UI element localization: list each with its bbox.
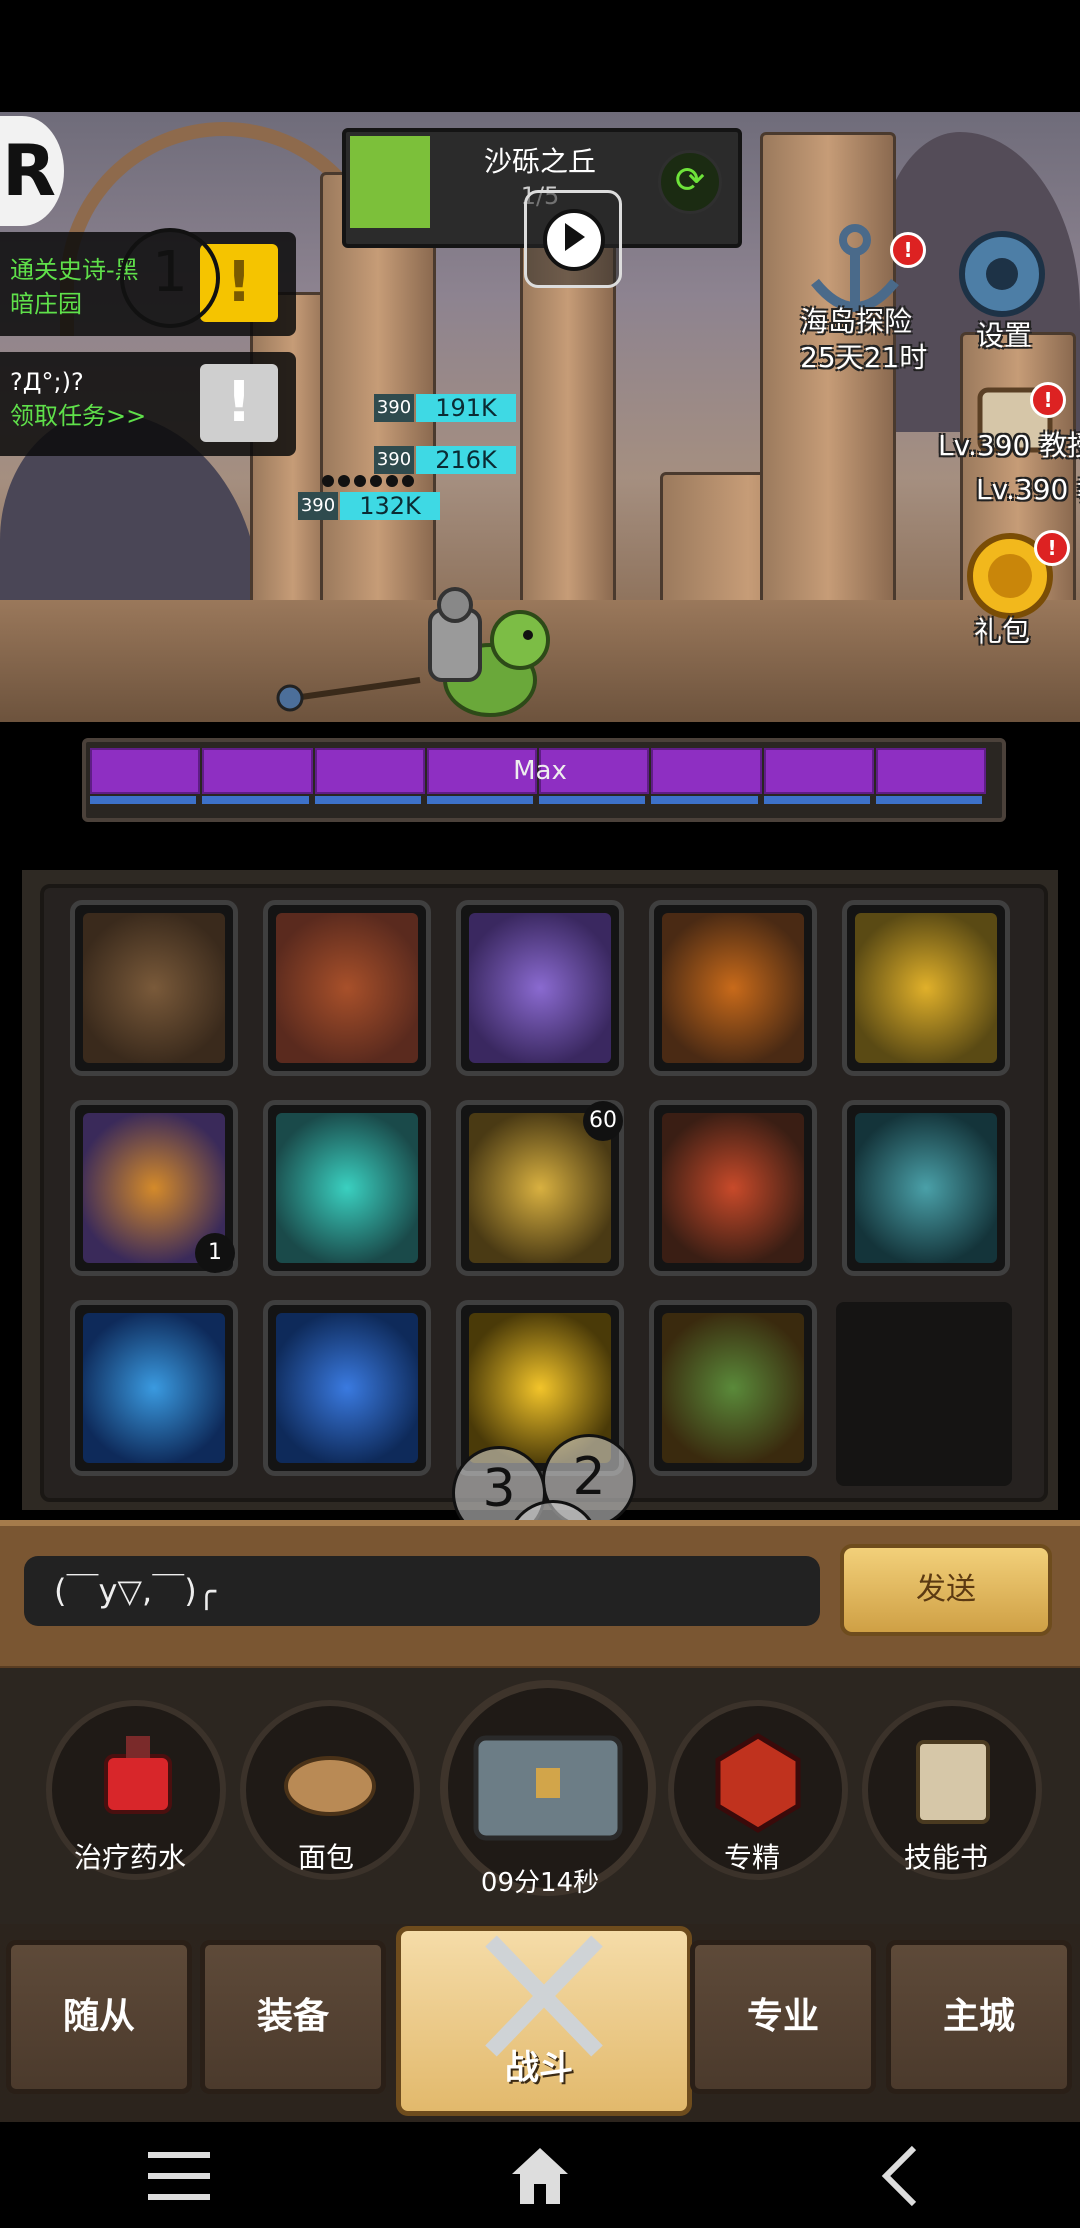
exclamation-icon: ! [200, 364, 278, 442]
tab-equipment[interactable]: 装备 [200, 1940, 386, 2094]
energy-subsegment [763, 796, 870, 804]
skill-slot[interactable] [649, 1100, 817, 1276]
island-timer: 25天21时 [800, 341, 928, 374]
skill-count-badge: 1 [195, 1233, 235, 1273]
island-label: 海岛探险 [800, 305, 913, 338]
skill-book-label: 技能书 [903, 1841, 988, 1874]
status-bar [0, 0, 1080, 112]
skill-slot[interactable]: 1 [70, 1100, 238, 1276]
skill-count-badge: 60 [583, 1101, 623, 1141]
tab-followers[interactable]: 随从 [6, 1940, 192, 2094]
refresh-icon[interactable]: ⟳ [658, 150, 722, 214]
chat-input[interactable]: (￣y▽,￣)╭ [24, 1556, 820, 1626]
skill-slot[interactable] [263, 900, 431, 1076]
settings-label: 设置 [976, 319, 1033, 352]
energy-subsegment [426, 796, 533, 804]
chest-timer: 09分14秒 [480, 1868, 600, 1898]
loading-dots [322, 472, 432, 487]
battle-characters [428, 587, 550, 717]
quest-text-line2: 暗庄园 [10, 290, 82, 318]
flame-palm-icon [276, 913, 418, 1063]
bread-label: 面包 [297, 1841, 354, 1874]
energy-subsegment [90, 796, 197, 804]
golden-armor-icon [855, 913, 997, 1063]
quest-text-line1: ?Д°;)? [10, 368, 84, 396]
gift-label: 礼包 [974, 615, 1031, 648]
teacher-alert-badge: ! [1030, 382, 1066, 418]
specialty-icon [715, 1733, 801, 1833]
gift-alert-badge: ! [1034, 530, 1070, 566]
energy-segment [875, 748, 986, 794]
frost-claw-icon [855, 1113, 997, 1263]
back-icon[interactable] [880, 2144, 920, 2208]
skill-book-icon [916, 1740, 990, 1824]
energy-max-label: Max [513, 756, 567, 786]
skill-slot[interactable] [263, 1100, 431, 1276]
skill-slot[interactable] [842, 900, 1010, 1076]
skill-slot[interactable] [649, 1300, 817, 1476]
lightning-gauntlet-icon [469, 913, 611, 1063]
teacher-label-2: Lv.390 教 [976, 473, 1080, 506]
tab-battle-label: 战斗 [505, 2048, 573, 2088]
home-icon[interactable] [508, 2144, 572, 2208]
skill-slot[interactable]: 60 [456, 1100, 624, 1276]
skill-slot[interactable] [649, 900, 817, 1076]
recorder-logo: R [0, 116, 64, 226]
play-button[interactable] [524, 190, 622, 288]
cyan-fist-icon [276, 1113, 418, 1263]
skill-slot[interactable] [456, 900, 624, 1076]
island-alert-badge: ! [890, 232, 926, 268]
system-nav-bar [0, 2122, 1080, 2228]
treasure-chest-icon [473, 1735, 623, 1841]
energy-subsegment [202, 796, 309, 804]
energy-subsegment [314, 796, 421, 804]
energy-subsegment [651, 796, 758, 804]
specialty-label: 专精 [723, 1841, 780, 1874]
teacher-label: Lv.390 教授 [938, 429, 1080, 462]
skill-slot[interactable] [70, 900, 238, 1076]
skill-slot-empty[interactable] [836, 1302, 1012, 1486]
bronze-cauldron-icon [662, 1313, 804, 1463]
touch-marker-1: 1 [120, 228, 220, 328]
send-button[interactable]: 发送 [840, 1544, 1052, 1636]
bread-icon [284, 1756, 376, 1816]
energy-subsegment [875, 796, 982, 804]
stage-name: 沙砾之丘 [483, 145, 596, 178]
energy-segment [90, 748, 201, 794]
energy-segment [651, 748, 762, 794]
stage-progress-fill [350, 136, 430, 228]
energy-segment [314, 748, 425, 794]
ice-fist-icon [83, 1313, 225, 1463]
skill-slot[interactable] [263, 1300, 431, 1476]
potion-label: 治疗药水 [73, 1841, 186, 1874]
burning-fist-icon [662, 913, 804, 1063]
quest-panel-side[interactable]: ?Д°;)? 领取任务>> ! [0, 352, 296, 456]
dark-fist-icon [83, 913, 225, 1063]
quest-text-line2: 领取任务>> [10, 402, 147, 430]
skill-slot[interactable] [70, 1300, 238, 1476]
skill-slot[interactable] [842, 1100, 1010, 1276]
menu-icon[interactable] [148, 2150, 210, 2202]
potion-icon [104, 1736, 172, 1814]
vase-icon [662, 1113, 804, 1263]
energy-subsegment [539, 796, 646, 804]
staff-weapon [276, 677, 421, 712]
energy-segment [763, 748, 874, 794]
energy-segment [202, 748, 313, 794]
tab-profession[interactable]: 专业 [690, 1940, 876, 2094]
water-blade-icon [276, 1313, 418, 1463]
tab-city[interactable]: 主城 [886, 1940, 1072, 2094]
